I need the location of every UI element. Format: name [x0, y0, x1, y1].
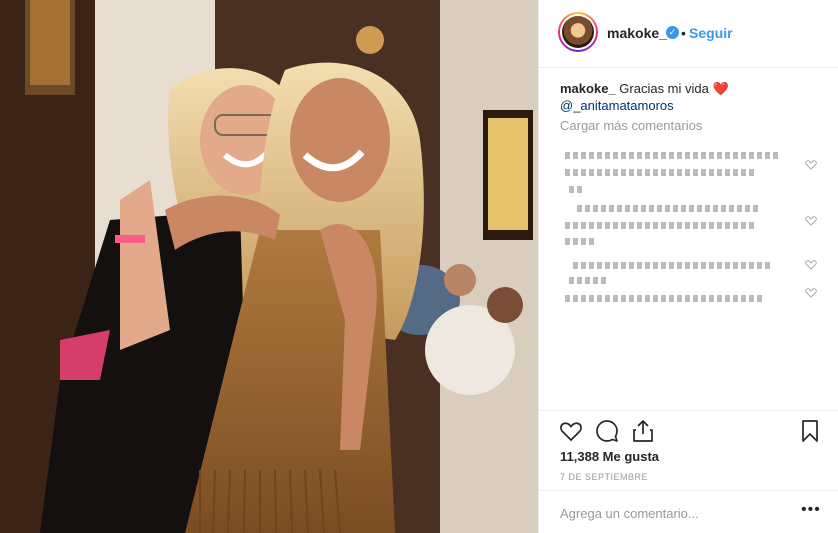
comment-icon[interactable] [595, 419, 619, 443]
post-caption: makoke_ Gracias mi vida ❤️ @_anitamatamo… [560, 80, 820, 114]
post-photo[interactable] [0, 0, 538, 533]
verified-badge-icon: ✓ [666, 26, 679, 39]
post-header: makoke_ ✓ • Seguir [539, 0, 838, 68]
pixelated-comment [565, 232, 597, 245]
post-sidebar: makoke_ ✓ • Seguir makoke_ Gracias mi vi… [538, 0, 838, 533]
pixelated-comment [573, 256, 773, 269]
bookmark-icon[interactable] [798, 419, 822, 443]
comment-like-icon[interactable] [805, 288, 817, 298]
avatar-image [562, 16, 594, 48]
comment-like-icon[interactable] [805, 160, 817, 170]
heart-icon[interactable] [559, 419, 583, 443]
load-more-comments-button[interactable]: Cargar más comentarios [560, 118, 702, 133]
more-options-icon[interactable]: ••• [801, 502, 821, 518]
comment-like-icon[interactable] [805, 216, 817, 226]
pixelated-comment [565, 216, 757, 229]
pixelated-comment [569, 180, 585, 193]
post-username[interactable]: makoke_ [607, 25, 667, 41]
share-icon[interactable] [631, 419, 655, 443]
caption-username[interactable]: makoke_ [560, 81, 616, 96]
avatar-ring [560, 14, 596, 50]
pixelated-comment [565, 289, 765, 302]
add-comment-input[interactable] [558, 501, 782, 525]
post-photo-image [0, 0, 538, 533]
pixelated-comment [577, 199, 761, 212]
pixelated-comment [565, 146, 781, 159]
post-actions [539, 410, 838, 450]
heart-emoji-icon: ❤️ [712, 81, 729, 96]
header-separator: • [681, 25, 686, 41]
comment-like-icon[interactable] [805, 260, 817, 270]
follow-button[interactable]: Seguir [689, 25, 733, 41]
caption-mention[interactable]: @_anitamatamoros [560, 97, 820, 114]
caption-text: Gracias mi vida [619, 81, 709, 96]
pixelated-comment [565, 163, 757, 176]
pixelated-comment [569, 271, 609, 284]
add-comment-bar: ••• [539, 490, 838, 533]
avatar[interactable] [558, 12, 598, 52]
likes-count[interactable]: 11,388 Me gusta [560, 449, 659, 464]
instagram-post-modal: makoke_ ✓ • Seguir makoke_ Gracias mi vi… [0, 0, 838, 533]
post-date[interactable]: 7 DE SEPTIEMBRE [560, 472, 648, 482]
